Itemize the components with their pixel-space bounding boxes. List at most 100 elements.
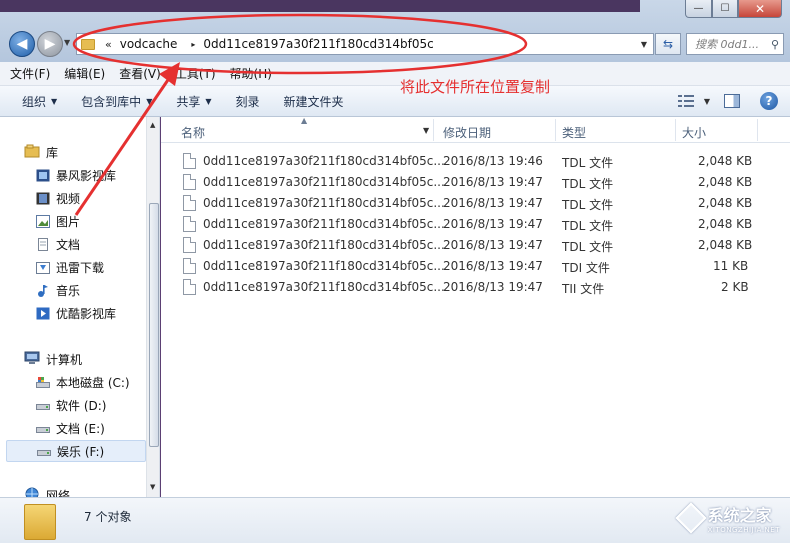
table-row[interactable]: 0dd11ce8197a30f211f180cd314bf05c... 2016/… [161, 151, 790, 172]
video-icon [36, 192, 50, 205]
nav-item-documents[interactable]: 文档 [36, 236, 80, 253]
table-row[interactable]: 0dd11ce8197a30f211f180cd314bf05c... 2016/… [161, 172, 790, 193]
file-name: 0dd11ce8197a30f211f180cd314bf05c... [203, 196, 445, 210]
minimize-button[interactable]: — [685, 0, 712, 18]
sort-ascending-icon: ▲ [301, 116, 308, 125]
column-filter-icon[interactable]: ▼ [423, 126, 429, 135]
desktop-background-strip [0, 0, 640, 12]
file-name: 0dd11ce8197a30f211f180cd314bf05c... [203, 280, 445, 294]
column-header-name[interactable]: 名称 [181, 124, 205, 141]
history-dropdown-icon[interactable]: ▼ [64, 38, 70, 47]
burn-button[interactable]: 刻录 [236, 93, 260, 110]
nav-item-baofeng-library[interactable]: 暴风影视库 [36, 167, 116, 184]
new-folder-button[interactable]: 新建文件夹 [284, 93, 344, 110]
nav-item-youku-library[interactable]: 优酷影视库 [36, 305, 116, 322]
include-library-label: 包含到库中 [81, 94, 142, 109]
column-divider[interactable] [757, 119, 758, 141]
file-name: 0dd11ce8197a30f211f180cd314bf05c... [203, 154, 445, 168]
chevron-down-icon: ▼ [146, 96, 153, 106]
nav-item-drive-c[interactable]: 本地磁盘 (C:) [36, 374, 130, 391]
view-options-icon[interactable] [677, 94, 696, 108]
breadcrumb-current-folder[interactable]: 0dd11ce8197a30f211f180cd314bf05c [203, 37, 433, 51]
nav-item-music[interactable]: 音乐 [36, 282, 80, 299]
nav-item-videos[interactable]: 视频 [36, 190, 80, 207]
nav-item-label: 视频 [56, 192, 81, 206]
nav-item-drive-f[interactable]: 娱乐 (F:) [6, 440, 146, 462]
forward-button[interactable]: ▶ [37, 31, 63, 57]
search-placeholder: 搜索 0dd1... [695, 38, 759, 51]
navigation-pane: 库 暴风影视库 视频 图片 文档 迅雷下载 音乐 优酷影视库 计算机 本地磁盘 … [0, 117, 160, 497]
nav-item-drive-d[interactable]: 软件 (D:) [36, 397, 106, 414]
column-divider[interactable] [675, 119, 676, 141]
file-icon [183, 174, 196, 190]
table-row[interactable]: 0dd11ce8197a30f211f180cd314bf05c... 2016/… [161, 277, 790, 298]
chevron-down-icon: ▼ [205, 96, 212, 106]
nav-item-label: 图片 [56, 215, 81, 229]
search-input[interactable]: 搜索 0dd1... ⚲ [686, 33, 784, 55]
breadcrumb-separator-icon[interactable]: ▸ [191, 40, 195, 49]
menu-tools[interactable]: 工具(T) [175, 65, 216, 82]
maximize-button[interactable]: ☐ [712, 0, 738, 18]
nav-item-drive-e[interactable]: 文档 (E:) [36, 420, 105, 437]
nav-item-label: 文档 (E:) [56, 422, 105, 436]
address-bar[interactable]: « vodcache ▸ 0dd11ce8197a30f211f180cd314… [76, 33, 654, 55]
file-modified: 2016/8/13 19:47 [443, 259, 543, 273]
nav-item-label: 暴风影视库 [56, 169, 117, 183]
scroll-down-icon[interactable]: ▼ [150, 483, 155, 491]
breadcrumb-overflow[interactable]: « [105, 38, 112, 51]
menu-file[interactable]: 文件(F) [10, 65, 50, 82]
include-library-button[interactable]: 包含到库中 ▼ [81, 93, 152, 110]
close-button[interactable]: ✕ [738, 0, 782, 18]
scroll-up-icon[interactable]: ▲ [150, 121, 155, 129]
file-icon [183, 258, 196, 274]
column-divider[interactable] [555, 119, 556, 141]
file-size: 2,048 KB [698, 196, 753, 210]
back-button[interactable]: ◀ [9, 31, 35, 57]
navpane-scrollbar[interactable]: ▲ ▼ [146, 117, 159, 497]
menu-help[interactable]: 帮助(H) [230, 65, 272, 82]
column-header-type[interactable]: 类型 [562, 124, 586, 141]
file-type: TDL 文件 [562, 240, 614, 254]
column-headers: ▲ 名称 ▼ 修改日期 类型 大小 [161, 116, 790, 143]
help-button[interactable]: ? [760, 92, 778, 110]
nav-item-pictures[interactable]: 图片 [36, 213, 80, 230]
file-icon [183, 279, 196, 295]
file-size: 11 KB [713, 259, 749, 273]
organize-button[interactable]: 组织 ▼ [22, 93, 57, 110]
nav-item-label: 迅雷下载 [56, 261, 105, 275]
breadcrumb-vodcache[interactable]: vodcache [120, 37, 178, 51]
nav-group-library[interactable]: 库 [24, 144, 58, 161]
menu-view[interactable]: 查看(V) [119, 65, 161, 82]
nav-group-network[interactable]: 网络 [24, 487, 70, 497]
folder-icon [81, 38, 95, 50]
table-row[interactable]: 0dd11ce8197a30f211f180cd314bf05c... 2016/… [161, 235, 790, 256]
nav-group-library-label: 库 [46, 146, 59, 160]
table-row[interactable]: 0dd11ce8197a30f211f180cd314bf05c... 2016/… [161, 256, 790, 277]
column-header-size[interactable]: 大小 [682, 124, 706, 141]
share-button[interactable]: 共享 ▼ [176, 93, 211, 110]
menu-edit[interactable]: 编辑(E) [64, 65, 105, 82]
watermark-name: 系统之家 [707, 506, 772, 525]
refresh-icon: ⇆ [662, 37, 674, 51]
file-type: TDI 文件 [562, 261, 610, 275]
column-header-modified[interactable]: 修改日期 [443, 124, 491, 141]
refresh-button[interactable]: ⇆ [655, 33, 681, 55]
organize-label: 组织 [22, 94, 47, 109]
table-row[interactable]: 0dd11ce8197a30f211f180cd314bf05c... 2016/… [161, 214, 790, 235]
file-size: 2,048 KB [698, 154, 753, 168]
file-size: 2,048 KB [698, 217, 753, 231]
preview-pane-icon[interactable] [724, 94, 740, 108]
file-type: TDL 文件 [562, 177, 614, 191]
table-row[interactable]: 0dd11ce8197a30f211f180cd314bf05c... 2016/… [161, 193, 790, 214]
document-icon [36, 238, 50, 251]
nav-item-label: 优酷影视库 [56, 307, 117, 321]
view-dropdown-icon[interactable]: ▼ [704, 97, 710, 106]
column-divider[interactable] [433, 119, 434, 141]
nav-group-network-label: 网络 [46, 489, 71, 497]
scrollbar-thumb[interactable] [149, 203, 159, 447]
watermark: 系统之家 XITONGZHIJIA.NET [675, 502, 780, 534]
nav-group-computer[interactable]: 计算机 [24, 351, 82, 368]
nav-item-xunlei-downloads[interactable]: 迅雷下载 [36, 259, 104, 276]
address-dropdown-icon[interactable]: ▼ [641, 40, 647, 49]
burn-label: 刻录 [235, 94, 260, 109]
